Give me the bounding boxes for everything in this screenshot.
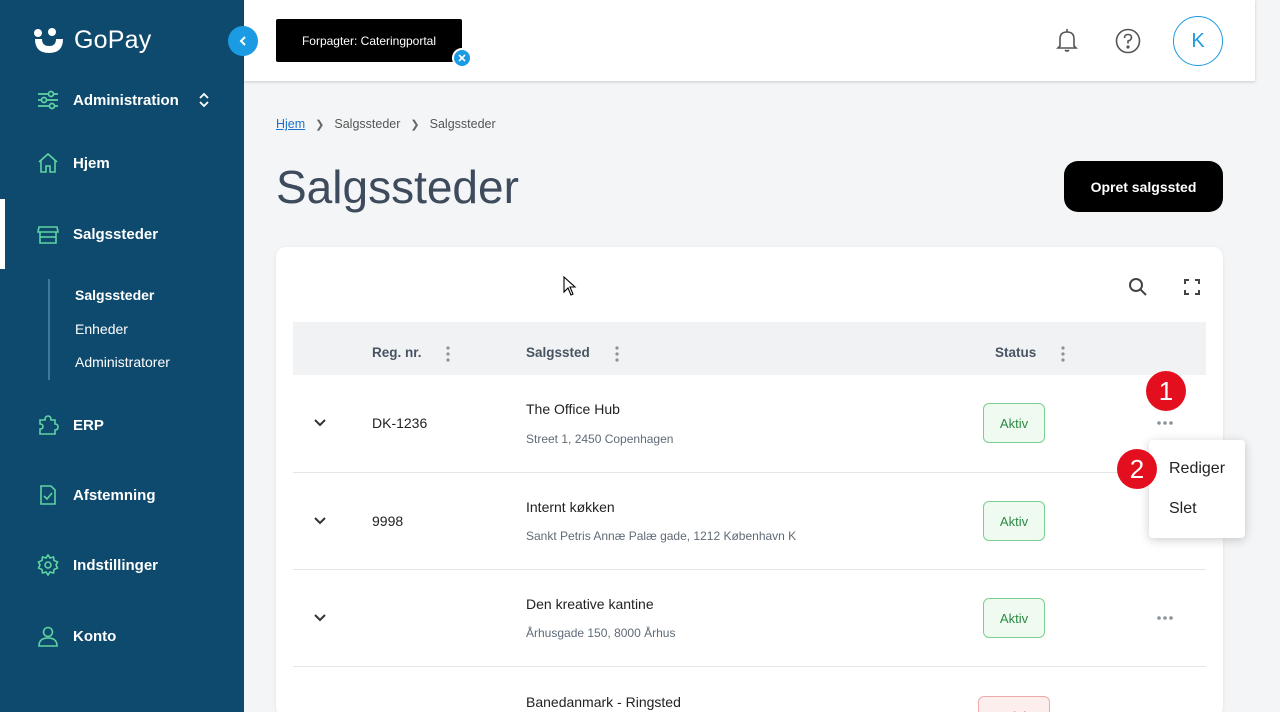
store-icon — [37, 226, 59, 244]
column-header-salgssted[interactable]: Salgssted — [526, 345, 590, 360]
table-cell-reg: DK-1236 — [372, 415, 428, 431]
table-cell-name: Den kreative kantine — [526, 596, 654, 612]
status-badge: Aktiv — [983, 598, 1045, 638]
create-salgssted-button[interactable]: Opret salgssted — [1064, 161, 1223, 212]
column-menu-icon[interactable] — [444, 346, 452, 362]
table-header — [293, 322, 1206, 375]
status-badge: Inaktiv — [978, 696, 1050, 712]
puzzle-icon — [39, 415, 59, 435]
page-title: Salgssteder — [276, 161, 519, 213]
gopay-logo-icon — [34, 27, 63, 53]
breadcrumb-link-hjem[interactable]: Hjem — [276, 117, 305, 131]
table-cell-name: The Office Hub — [526, 401, 620, 417]
user-icon — [38, 626, 58, 647]
menu-item-slet[interactable]: Slet — [1169, 500, 1197, 518]
breadcrumb: Hjem ❯ Salgssteder ❯ Salgssteder — [276, 117, 496, 131]
top-bar: Forpagter: Cateringportal K — [244, 0, 1255, 81]
help-button[interactable] — [1114, 27, 1142, 55]
document-check-icon — [40, 485, 56, 505]
column-header-status[interactable]: Status — [995, 345, 1036, 360]
sidebar-item-salgssteder[interactable]: Salgssteder — [0, 214, 244, 254]
sidebar-item-label: Administration — [73, 91, 179, 109]
chevron-right-icon: ❯ — [410, 118, 420, 131]
sidebar-item-hjem[interactable]: Hjem — [0, 143, 244, 183]
sidebar-subitem-salgssteder[interactable]: Salgssteder — [75, 287, 154, 303]
table-card — [276, 247, 1223, 712]
close-icon — [458, 54, 466, 62]
tenant-chip-close-button[interactable] — [452, 48, 472, 68]
breadcrumb-item[interactable]: Salgssteder — [334, 117, 400, 131]
mouse-cursor-icon — [563, 276, 577, 296]
sidebar-item-indstillinger[interactable]: Indstillinger — [0, 545, 244, 585]
brand-name: GoPay — [74, 26, 152, 54]
step-marker-2: 2 — [1117, 449, 1157, 489]
search-icon — [1129, 278, 1147, 296]
submenu-divider — [48, 279, 50, 380]
sidebar-item-label: Salgssteder — [73, 225, 159, 243]
gopay-logo[interactable]: GoPay — [32, 26, 151, 55]
table-cell-reg: 9998 — [372, 513, 404, 529]
search-button[interactable] — [1127, 276, 1149, 298]
avatar[interactable]: K — [1173, 16, 1223, 66]
row-expand-chevron-down-icon[interactable] — [312, 610, 328, 626]
row-actions-more-icon[interactable] — [1156, 615, 1174, 621]
home-icon — [38, 152, 58, 173]
chevron-left-icon — [239, 36, 246, 46]
sidebar-item-label: Afstemning — [73, 486, 156, 504]
bell-icon — [1056, 29, 1078, 52]
fullscreen-button[interactable] — [1181, 276, 1203, 298]
row-divider — [293, 472, 1206, 473]
column-header-reg[interactable]: Reg. nr. — [372, 345, 422, 360]
sidebar-subitem-administratorer[interactable]: Administratorer — [75, 354, 170, 370]
row-expand-chevron-down-icon[interactable] — [312, 513, 328, 529]
chevron-updown-icon[interactable] — [197, 91, 211, 109]
sidebar-item-label: Hjem — [73, 154, 110, 172]
row-expand-chevron-down-icon[interactable] — [312, 415, 328, 431]
column-menu-icon[interactable] — [1059, 346, 1067, 362]
table-cell-address: Sankt Petris Annæ Palæ gade, 1212 Københ… — [526, 529, 797, 543]
status-badge: Aktiv — [983, 501, 1045, 541]
row-actions-more-icon[interactable] — [1156, 420, 1174, 426]
sidebar-item-erp[interactable]: ERP — [0, 405, 244, 445]
menu-item-rediger[interactable]: Rediger — [1169, 460, 1225, 478]
row-divider — [293, 569, 1206, 570]
sidebar-collapse-button[interactable] — [228, 26, 258, 56]
sidebar-item-label: Indstillinger — [73, 556, 159, 574]
table-cell-address: Street 1, 2450 Copenhagen — [526, 432, 674, 446]
row-divider — [293, 666, 1206, 667]
table-cell-name: Internt køkken — [526, 499, 615, 515]
help-icon — [1115, 28, 1141, 54]
sidebar-item-label: ERP — [73, 416, 104, 434]
table-cell-address: Århusgade 150, 8000 Århus — [526, 626, 676, 640]
sidebar-item-konto[interactable]: Konto — [0, 616, 244, 656]
status-badge: Aktiv — [983, 403, 1045, 443]
sidebar-item-afstemning[interactable]: Afstemning — [0, 475, 244, 515]
breadcrumb-item-current: Salgssteder — [429, 117, 496, 131]
fullscreen-icon — [1184, 279, 1200, 295]
tenant-chip[interactable]: Forpagter: Cateringportal — [276, 19, 462, 62]
sidebar: GoPay Administration Hjem Salgssteder Sa… — [0, 0, 244, 712]
notifications-button[interactable] — [1053, 27, 1081, 55]
sidebar-subitem-enheder[interactable]: Enheder — [75, 321, 128, 337]
chevron-right-icon: ❯ — [315, 118, 325, 131]
sliders-icon — [38, 90, 58, 110]
row-actions-menu: Rediger Slet — [1149, 440, 1245, 538]
sidebar-item-label: Konto — [73, 627, 117, 645]
gear-icon — [37, 554, 59, 576]
step-marker-1: 1 — [1146, 371, 1186, 411]
column-menu-icon[interactable] — [613, 346, 621, 362]
table-cell-name: Banedanmark - Ringsted — [526, 694, 681, 710]
